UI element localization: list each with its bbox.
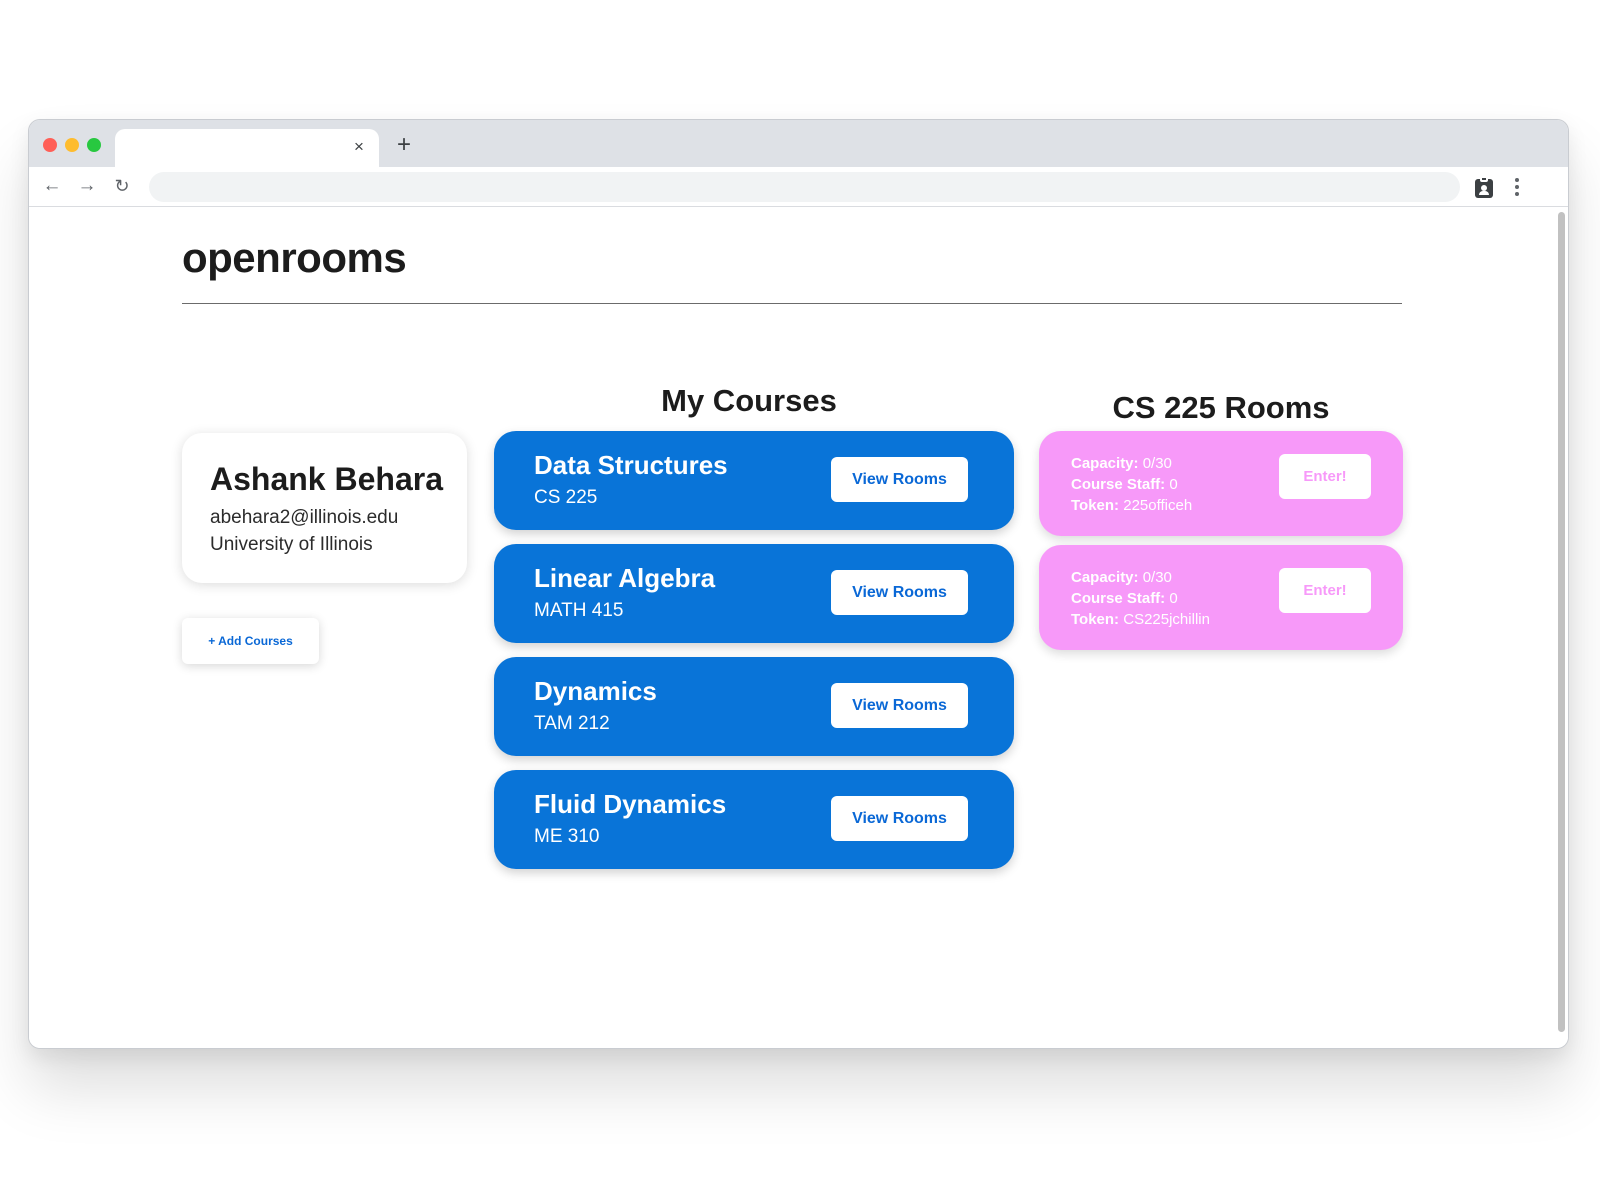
header-divider xyxy=(182,303,1402,304)
tab-strip: × + xyxy=(29,120,1568,167)
room-capacity: 0/30 xyxy=(1142,455,1172,472)
room-staff: 0 xyxy=(1169,476,1178,493)
course-code: ME 310 xyxy=(534,826,600,847)
site-title[interactable]: openrooms xyxy=(182,234,407,282)
room-staff: 0 xyxy=(1169,590,1178,607)
room-token: 225officeh xyxy=(1123,497,1193,514)
staff-label: Course Staff: xyxy=(1071,476,1166,493)
token-label: Token: xyxy=(1071,611,1120,628)
room-info: Capacity: 0/30 Course Staff: 0 Token: 22… xyxy=(1071,453,1192,516)
view-rooms-button[interactable]: View Rooms xyxy=(831,570,968,615)
view-rooms-button[interactable]: View Rooms xyxy=(831,683,968,728)
maximize-window-button[interactable] xyxy=(87,138,101,152)
profile-university: University of Illinois xyxy=(210,534,373,555)
staff-label: Course Staff: xyxy=(1071,590,1166,607)
forward-arrow-icon[interactable]: → xyxy=(74,173,100,199)
room-info: Capacity: 0/30 Course Staff: 0 Token: CS… xyxy=(1071,567,1210,630)
address-bar[interactable] xyxy=(149,172,1460,202)
profile-name: Ashank Behara xyxy=(210,461,443,497)
course-card[interactable]: Data Structures CS 225 View Rooms xyxy=(494,431,1014,530)
reload-icon[interactable]: ↻ xyxy=(109,173,135,199)
browser-toolbar: ← → ↻ xyxy=(29,167,1568,207)
more-menu-icon[interactable] xyxy=(1507,175,1527,199)
course-card[interactable]: Fluid Dynamics ME 310 View Rooms xyxy=(494,770,1014,869)
course-name: Data Structures xyxy=(534,450,728,480)
tab-close-icon[interactable]: × xyxy=(349,136,369,158)
room-card: Capacity: 0/30 Course Staff: 0 Token: 22… xyxy=(1039,431,1403,536)
view-rooms-button[interactable]: View Rooms xyxy=(831,796,968,841)
my-courses-heading: My Courses xyxy=(661,383,837,418)
profile-email: abehara2@illinois.edu xyxy=(210,507,399,528)
room-token: CS225jchillin xyxy=(1123,611,1210,628)
course-code: MATH 415 xyxy=(534,600,624,621)
token-label: Token: xyxy=(1071,497,1120,514)
course-name: Fluid Dynamics xyxy=(534,789,727,819)
browser-tab[interactable]: × xyxy=(115,129,379,167)
vertical-scrollbar[interactable] xyxy=(1558,212,1565,1032)
course-name: Dynamics xyxy=(534,676,657,706)
minimize-window-button[interactable] xyxy=(65,138,79,152)
view-rooms-button[interactable]: View Rooms xyxy=(831,457,968,502)
page-viewport: openrooms Ashank Behara abehara2@illinoi… xyxy=(29,208,1568,1048)
course-name: Linear Algebra xyxy=(534,563,716,593)
profile-card: Ashank Behara abehara2@illinois.edu Univ… xyxy=(182,433,467,583)
browser-window: × + ← → ↻ openrooms Ashank Behara abehar… xyxy=(28,119,1569,1049)
new-tab-button[interactable]: + xyxy=(391,132,417,158)
capacity-label: Capacity: xyxy=(1071,569,1139,586)
course-card[interactable]: Dynamics TAM 212 View Rooms xyxy=(494,657,1014,756)
room-card: Capacity: 0/30 Course Staff: 0 Token: CS… xyxy=(1039,545,1403,650)
add-courses-button[interactable]: + Add Courses xyxy=(182,618,319,664)
course-card[interactable]: Linear Algebra MATH 415 View Rooms xyxy=(494,544,1014,643)
capacity-label: Capacity: xyxy=(1071,455,1139,472)
close-window-button[interactable] xyxy=(43,138,57,152)
course-code: TAM 212 xyxy=(534,713,610,734)
room-capacity: 0/30 xyxy=(1142,569,1172,586)
enter-room-button[interactable]: Enter! xyxy=(1279,568,1371,613)
rooms-heading: CS 225 Rooms xyxy=(1112,390,1330,425)
clipboard-extension-icon[interactable] xyxy=(1475,176,1493,198)
enter-room-button[interactable]: Enter! xyxy=(1279,454,1371,499)
course-code: CS 225 xyxy=(534,487,598,508)
back-arrow-icon[interactable]: ← xyxy=(39,173,65,199)
